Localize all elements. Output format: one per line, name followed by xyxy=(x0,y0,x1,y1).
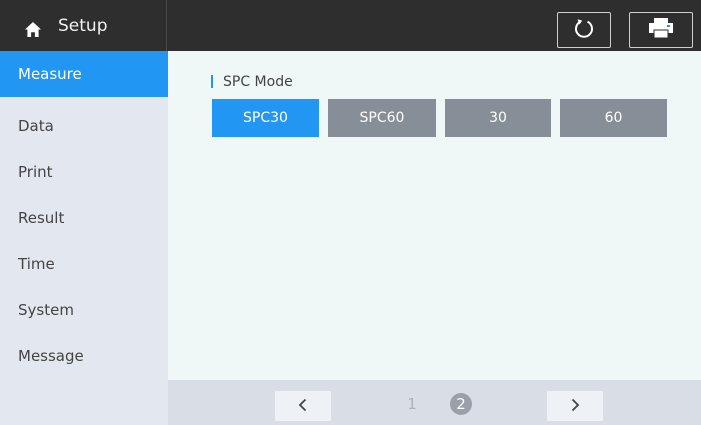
option-60-button[interactable]: 60 xyxy=(560,99,667,137)
pagination-bar: 1 2 xyxy=(168,380,701,425)
section-marker xyxy=(211,75,213,88)
page-title: Setup xyxy=(58,16,108,36)
sidebar-item-result[interactable]: Result xyxy=(0,195,168,241)
sidebar-item-print[interactable]: Print xyxy=(0,149,168,195)
reset-button[interactable] xyxy=(557,12,611,48)
top-bar: Setup xyxy=(0,0,701,51)
option-spc30-button[interactable]: SPC30 xyxy=(212,99,319,137)
home-button[interactable] xyxy=(18,16,48,46)
printer-icon xyxy=(648,17,674,43)
sidebar-item-measure[interactable]: Measure xyxy=(0,51,168,97)
sidebar-item-message[interactable]: Message xyxy=(0,333,168,379)
section-title: SPC Mode xyxy=(211,72,293,92)
section-title-text: SPC Mode xyxy=(223,74,293,90)
option-spc60-button[interactable]: SPC60 xyxy=(328,99,436,137)
sidebar: Measure Data Print Result Time System Me… xyxy=(0,51,168,425)
page-2-current[interactable]: 2 xyxy=(450,393,472,415)
sidebar-item-time[interactable]: Time xyxy=(0,241,168,287)
option-30-button[interactable]: 30 xyxy=(445,99,551,137)
sidebar-item-data[interactable]: Data xyxy=(0,103,168,149)
refresh-icon xyxy=(573,17,595,43)
title-divider xyxy=(166,0,167,51)
page-1[interactable]: 1 xyxy=(401,393,423,415)
previous-page-button[interactable] xyxy=(275,391,331,421)
chevron-right-icon xyxy=(569,397,581,416)
print-button[interactable] xyxy=(629,12,693,48)
next-page-button[interactable] xyxy=(547,391,603,421)
home-icon xyxy=(24,21,42,42)
sidebar-item-system[interactable]: System xyxy=(0,287,168,333)
chevron-left-icon xyxy=(297,397,309,416)
